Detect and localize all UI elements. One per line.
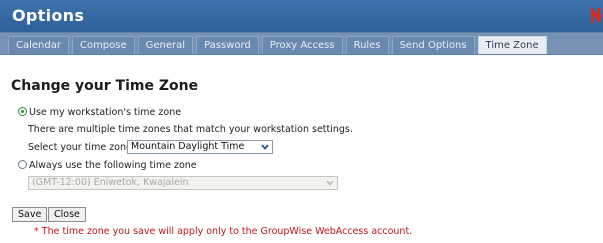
- chevron-down-icon: [259, 142, 271, 152]
- multiple-timezones-text: There are multiple time zones that match…: [28, 124, 353, 135]
- close-button[interactable]: Close: [48, 207, 86, 222]
- page-title: Change your Time Zone: [11, 78, 199, 94]
- chevron-down-icon: [324, 178, 336, 188]
- always-radio[interactable]: [18, 160, 27, 169]
- tab-rules[interactable]: Rules: [345, 36, 389, 54]
- title-bar: Options: [0, 0, 603, 32]
- red-corner-mark-icon: [591, 7, 601, 23]
- time-zone-select[interactable]: Mountain Daylight Time: [127, 140, 273, 154]
- tab-bar: Calendar Compose General Password Proxy …: [0, 32, 603, 55]
- select-tz-label: Select your time zone:: [28, 142, 136, 153]
- tab-time-zone[interactable]: Time Zone: [477, 36, 547, 54]
- option-always-row[interactable]: Always use the following time zone: [18, 160, 197, 171]
- tabs: Calendar Compose General Password Proxy …: [8, 36, 550, 55]
- always-time-zone-select-value: (GMT-12:00) Eniwetok, Kwajalein: [32, 177, 189, 188]
- time-zone-select-value: Mountain Daylight Time: [131, 141, 245, 152]
- always-radio-label[interactable]: Always use the following time zone: [29, 160, 197, 171]
- always-time-zone-select[interactable]: (GMT-12:00) Eniwetok, Kwajalein: [28, 176, 338, 190]
- save-button[interactable]: Save: [12, 207, 48, 222]
- workstation-radio[interactable]: [18, 107, 27, 116]
- tab-general[interactable]: General: [137, 36, 194, 54]
- tab-calendar[interactable]: Calendar: [8, 36, 69, 54]
- workstation-radio-label[interactable]: Use my workstation's time zone: [29, 107, 181, 118]
- tab-proxy-access[interactable]: Proxy Access: [261, 36, 343, 54]
- tab-compose[interactable]: Compose: [71, 36, 135, 54]
- window-title: Options: [12, 6, 85, 25]
- tab-password[interactable]: Password: [196, 36, 259, 54]
- time-zone-note: * The time zone you save will apply only…: [34, 226, 413, 237]
- option-workstation-row[interactable]: Use my workstation's time zone: [18, 107, 181, 118]
- tab-send-options[interactable]: Send Options: [391, 36, 475, 54]
